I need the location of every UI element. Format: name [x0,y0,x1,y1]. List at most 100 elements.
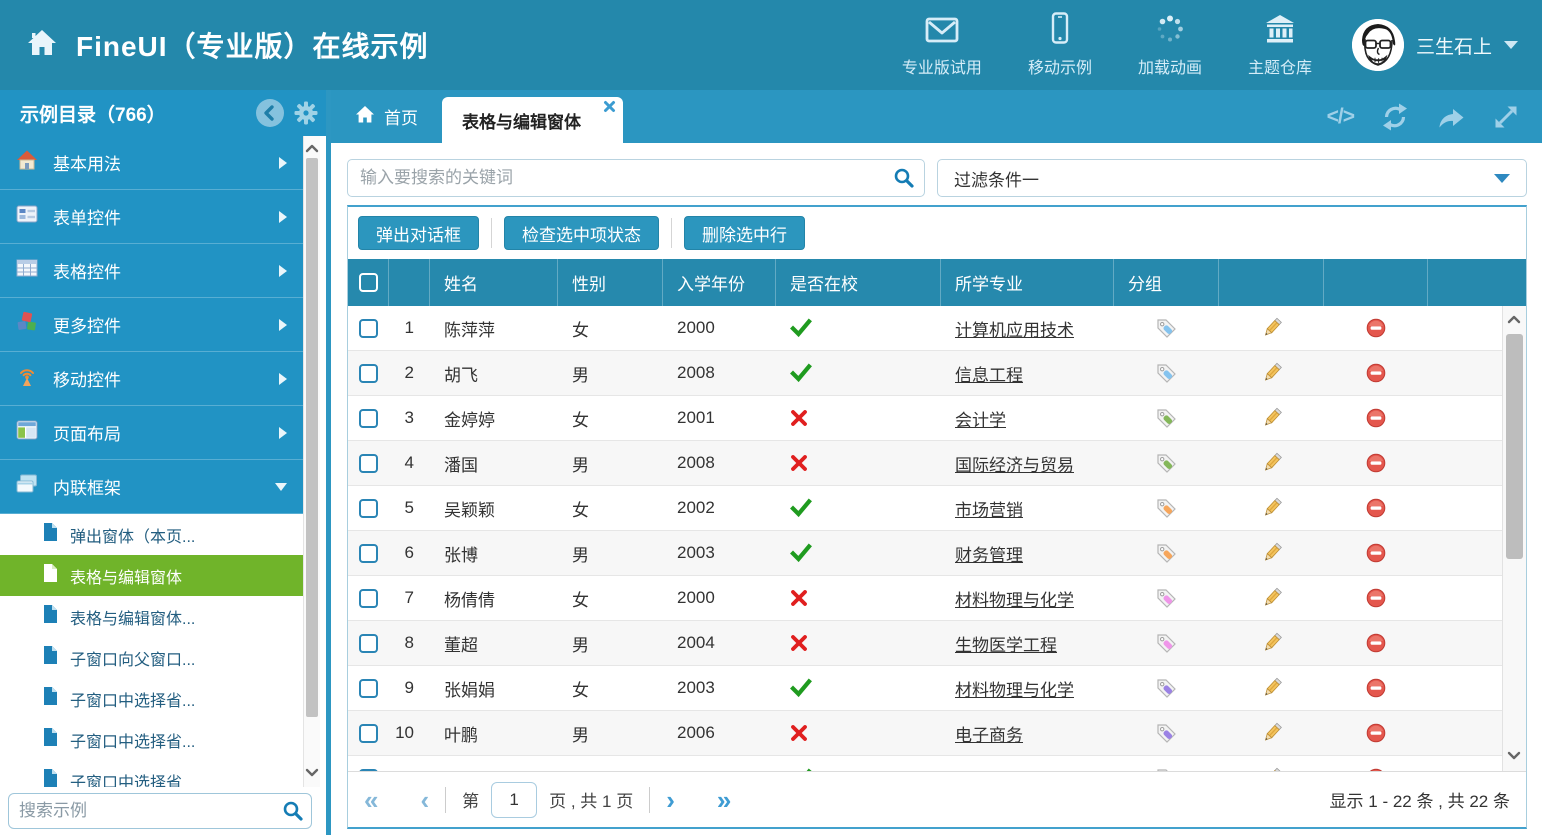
row-checkbox[interactable] [359,454,378,473]
edit-button[interactable] [1261,767,1283,771]
delete-button[interactable] [1366,363,1386,383]
table-row[interactable]: 7杨倩倩女2000材料物理与化学 [348,576,1502,621]
close-tab-icon[interactable] [603,100,616,113]
row-checkbox[interactable] [359,319,378,338]
collapse-sidebar-button[interactable] [256,99,284,127]
major-link[interactable]: 会计学 [955,406,1006,431]
table-row[interactable]: 10叶鹏男2006电子商务 [348,711,1502,756]
table-row[interactable]: 2胡飞男2008信息工程 [348,351,1502,396]
table-scrollbar[interactable] [1502,306,1526,771]
edit-button[interactable] [1261,587,1283,609]
edit-button[interactable] [1261,632,1283,654]
major-link[interactable]: 财务管理 [955,541,1023,566]
column-header[interactable]: 是否在校 [776,259,941,306]
table-row[interactable]: 5吴颖颖女2002市场营销 [348,486,1502,531]
sidebar-item[interactable]: 表格控件 [0,244,303,298]
scroll-down-icon[interactable] [1507,748,1521,766]
submenu-item[interactable]: 子窗口中选择省 [0,760,303,787]
table-row[interactable]: 9张娟娟女2003材料物理与化学 [348,666,1502,711]
header-nav-item[interactable]: 移动示例 [1028,12,1092,78]
edit-button[interactable] [1261,452,1283,474]
major-link[interactable]: 信息工程 [955,361,1023,386]
sidebar-item[interactable]: 表单控件 [0,190,303,244]
major-link[interactable]: 国际经济与贸易 [955,451,1074,476]
prev-page-button[interactable]: ‹ [420,787,429,813]
toolbar-button[interactable]: 弹出对话框 [358,216,479,250]
row-checkbox[interactable] [359,409,378,428]
major-link[interactable]: 电子商务 [955,721,1023,746]
edit-button[interactable] [1261,722,1283,744]
table-row[interactable]: 3金婷婷女2001会计学 [348,396,1502,441]
delete-button[interactable] [1366,723,1386,743]
submenu-item[interactable]: 子窗口中选择省... [0,719,303,760]
major-link[interactable]: 市场营销 [955,496,1023,521]
major-link[interactable]: 材料物理与化学 [955,586,1074,611]
page-number-input[interactable] [491,782,537,818]
toolbar-button[interactable]: 删除选中行 [684,216,805,250]
edit-button[interactable] [1261,407,1283,429]
submenu-item[interactable]: 子窗口中选择省... [0,678,303,719]
edit-button[interactable] [1261,677,1283,699]
delete-button[interactable] [1366,588,1386,608]
scroll-up-icon[interactable] [305,140,319,158]
scroll-down-icon[interactable] [305,765,319,783]
table-row[interactable]: 4潘国男2008国际经济与贸易 [348,441,1502,486]
major-link[interactable]: 材料物理与化学 [955,676,1074,701]
row-checkbox[interactable] [359,364,378,383]
delete-button[interactable] [1366,498,1386,518]
edit-button[interactable] [1261,362,1283,384]
tab-active[interactable]: 表格与编辑窗体 [442,97,623,143]
filter-dropdown[interactable]: 过滤条件一 [937,159,1527,197]
submenu-item[interactable]: 弹出窗体（本页... [0,514,303,555]
delete-button[interactable] [1366,678,1386,698]
row-checkbox[interactable] [359,634,378,653]
delete-button[interactable] [1366,768,1386,771]
last-page-button[interactable]: » [717,787,731,813]
row-checkbox[interactable] [359,544,378,563]
sidebar-item[interactable]: 基本用法 [0,136,303,190]
column-header[interactable]: 分组 [1114,259,1219,306]
sidebar-item[interactable]: 页面布局 [0,406,303,460]
share-icon[interactable] [1436,103,1466,131]
row-checkbox[interactable] [359,499,378,518]
sidebar-item[interactable]: 更多控件 [0,298,303,352]
refresh-icon[interactable] [1380,102,1410,132]
delete-button[interactable] [1366,633,1386,653]
edit-button[interactable] [1261,317,1283,339]
scrollbar-thumb[interactable] [306,158,318,717]
sidebar-item[interactable]: 移动控件 [0,352,303,406]
user-menu[interactable]: 三生石上 [1352,19,1542,71]
submenu-item[interactable]: 表格与编辑窗体 [0,555,303,596]
header-nav-item[interactable]: 加载动画 [1138,14,1202,78]
table-row[interactable]: 1陈萍萍女2000计算机应用技术 [348,306,1502,351]
column-header[interactable]: 姓名 [430,259,558,306]
major-link[interactable]: 计算机应用技术 [955,316,1074,341]
tab-home[interactable]: 首页 [331,90,442,143]
row-checkbox[interactable] [359,679,378,698]
submenu-item[interactable]: 子窗口向父窗口... [0,637,303,678]
header-nav-item[interactable]: 主题仓库 [1248,14,1312,78]
sidebar-scrollbar[interactable] [303,136,320,787]
table-row[interactable]: 6张博男2003财务管理 [348,531,1502,576]
fullscreen-icon[interactable] [1492,103,1520,131]
home-icon[interactable] [26,28,58,62]
header-nav-item[interactable]: 专业版试用 [902,16,982,78]
scrollbar-thumb[interactable] [1506,334,1523,559]
delete-button[interactable] [1366,453,1386,473]
next-page-button[interactable]: › [666,787,675,813]
edit-button[interactable] [1261,497,1283,519]
row-checkbox[interactable] [359,769,378,772]
view-source-icon[interactable]: </> [1327,105,1354,129]
sidebar-search-input[interactable] [8,793,312,829]
delete-button[interactable] [1366,318,1386,338]
table-row[interactable]: 8董超男2004生物医学工程 [348,621,1502,666]
sidebar-item[interactable]: 内联框架 [0,460,303,514]
first-page-button[interactable]: « [364,787,378,813]
search-icon[interactable] [893,167,915,194]
avatar[interactable] [1352,19,1404,71]
submenu-item[interactable]: 表格与编辑窗体... [0,596,303,637]
gear-icon[interactable] [294,101,318,125]
delete-button[interactable] [1366,543,1386,563]
search-icon[interactable] [282,800,304,827]
major-link[interactable]: 生物医学工程 [955,631,1057,656]
